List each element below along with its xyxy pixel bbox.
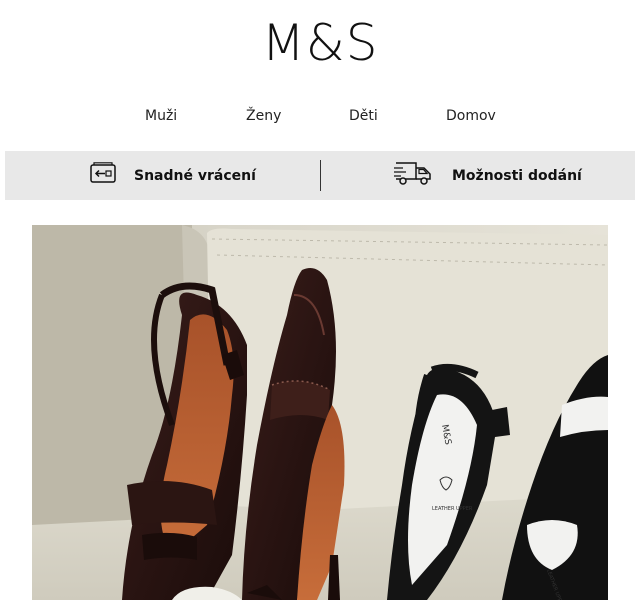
delivery-options-label: Možnosti dodání [452, 167, 582, 184]
return-box-icon [90, 162, 116, 189]
nav-item-zeny[interactable]: Ženy [246, 108, 281, 124]
easy-returns-label: Snadné vrácení [134, 167, 256, 184]
service-bar: Snadné vrácení Možnosti dodání [5, 151, 635, 200]
shoes-photo: M&S LEATHER UPPER LEATHER UPPER [32, 225, 608, 600]
main-nav: Muži Ženy Děti Domov [0, 108, 640, 130]
nav-item-deti[interactable]: Děti [349, 108, 378, 124]
nav-item-muzi[interactable]: Muži [145, 108, 177, 124]
brand-logo[interactable]: M&S [0, 14, 640, 72]
insole-label-leather: LEATHER UPPER [432, 506, 473, 512]
hero-image[interactable]: M&S LEATHER UPPER LEATHER UPPER [32, 225, 608, 600]
easy-returns-link[interactable]: Snadné vrácení [90, 151, 256, 200]
bar-divider [320, 160, 321, 191]
delivery-options-link[interactable]: Možnosti dodání [394, 151, 582, 200]
nav-item-domov[interactable]: Domov [446, 108, 496, 124]
delivery-truck-icon [394, 160, 432, 191]
